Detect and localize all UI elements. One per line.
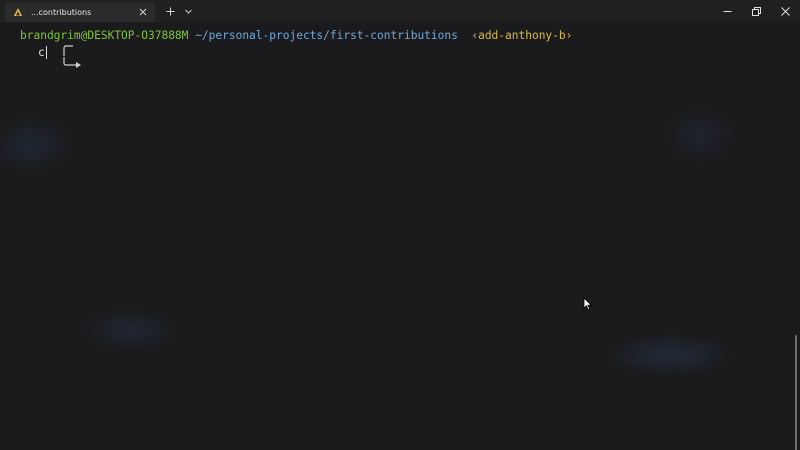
prompt-at: @ [80,28,88,42]
close-icon[interactable] [137,6,149,18]
maximize-icon [752,6,761,16]
minimize-button[interactable] [713,0,742,22]
scrollbar[interactable] [795,335,797,450]
tab-title: ...contributions [31,7,92,17]
input-line[interactable]: c [8,44,81,68]
new-tab-button[interactable] [161,0,179,22]
prompt-branch: ‹add-anthony-b› [471,28,573,42]
title-bar: ...contributions [0,0,800,22]
close-icon [781,6,790,16]
terminal-window: ...contributions brandgrim @ DESKTOP-O37… [0,0,800,450]
chevron-down-icon [184,9,192,14]
prompt-corner-top-icon [8,27,73,56]
terminal-tab[interactable]: ...contributions [5,2,155,22]
mouse-pointer-icon [583,296,593,311]
prompt-path: ~/personal-projects/first-contributions [195,28,458,42]
prompt-arrow-icon [8,44,81,68]
prompt-line: brandgrim @ DESKTOP-O37888M ~/personal-pro… [8,27,573,56]
prompt-host: DESKTOP-O37888M [87,28,189,42]
terminal-app-icon [13,7,23,17]
minimize-icon [723,10,732,12]
window-controls [713,0,800,22]
plus-icon [166,7,174,15]
close-window-button[interactable] [771,0,800,22]
terminal-output[interactable]: brandgrim @ DESKTOP-O37888M ~/personal-pro… [0,22,800,450]
text-cursor [45,45,47,59]
maximize-button[interactable] [742,0,771,22]
typed-command: c [38,45,45,59]
tab-dropdown-button[interactable] [179,0,197,22]
